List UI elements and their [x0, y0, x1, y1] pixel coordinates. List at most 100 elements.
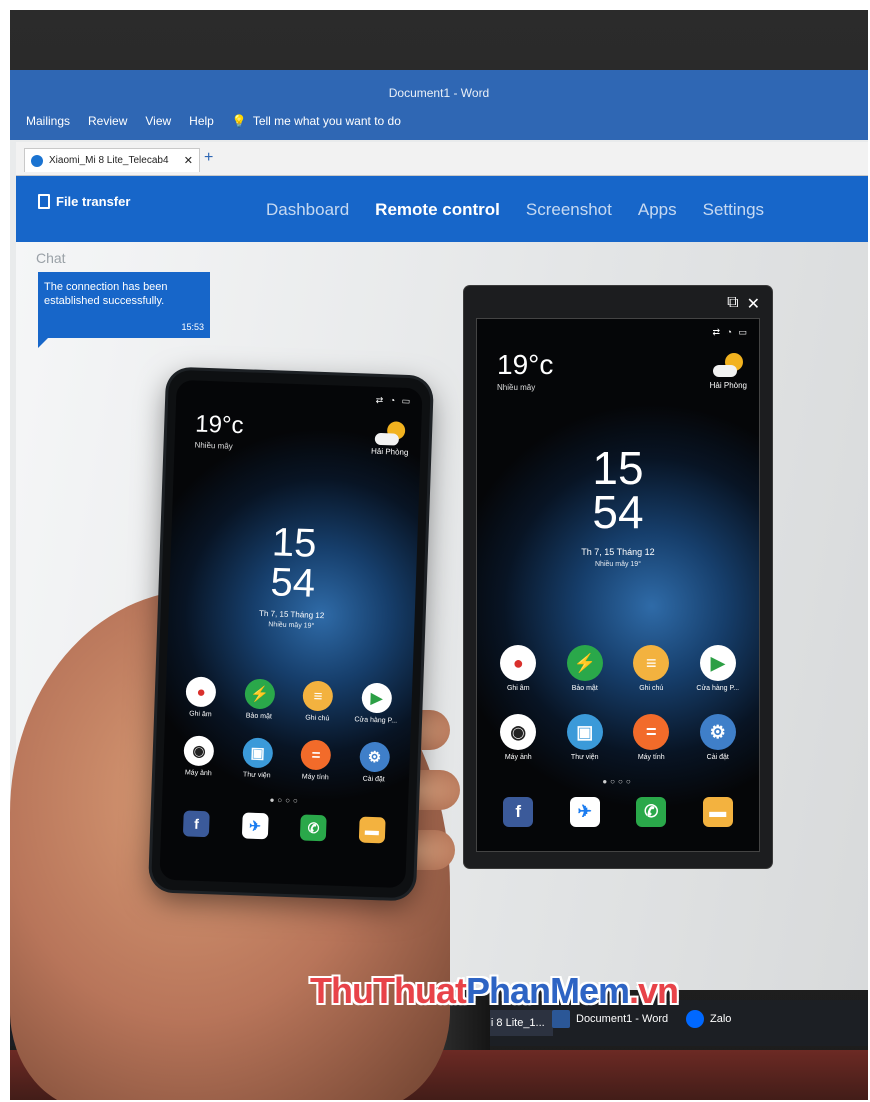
app-shield[interactable]: ⚡ Bảo mật [229, 678, 289, 721]
phone-icon[interactable]: ✆ [636, 797, 667, 827]
subdate: Nhiều mây 19° [595, 561, 641, 568]
message-icon[interactable]: ▬ [702, 797, 733, 827]
messenger-icon[interactable]: ✈ [569, 797, 600, 827]
app-camera[interactable]: ◉ Máy ảnh [169, 735, 229, 778]
tell-me-search[interactable]: 💡 Tell me what you want to do [232, 114, 401, 128]
app-gallery[interactable]: ▣ Thư viện [227, 737, 287, 780]
new-tab-icon[interactable]: + [204, 149, 213, 167]
app-label: Máy ảnh [504, 754, 532, 761]
tab-screenshot[interactable]: Screenshot [526, 200, 612, 220]
tab-dashboard[interactable]: Dashboard [266, 200, 349, 220]
app-record[interactable]: ● Ghi âm [485, 645, 552, 692]
date: Th 7, 15 Tháng 12 [581, 547, 655, 557]
temperature: 19°c [497, 349, 554, 380]
taskbar-label: Zalo [710, 1013, 732, 1025]
tab-remote-control[interactable]: Remote control [375, 200, 500, 220]
calculator-icon: = [633, 714, 670, 750]
popout-icon[interactable]: ⧉ [727, 294, 738, 314]
play-store-icon: ▶ [361, 682, 393, 714]
status-icons: ⇄ ◔ ▭ [712, 327, 749, 337]
app-shield[interactable]: ⚡ Bảo mật [552, 645, 619, 692]
app-label: Ghi âm [506, 685, 530, 692]
city: Hải Phòng [709, 381, 747, 390]
page-indicator: ●○○○ [602, 777, 634, 786]
close-icon[interactable]: ✕ [747, 294, 760, 314]
menu-mailings[interactable]: Mailings [26, 114, 70, 128]
record-icon: ● [185, 676, 217, 708]
status-icons: ⇄ ◔ ▭ [375, 394, 413, 407]
menu-help[interactable]: Help [189, 114, 214, 128]
app-logo-icon [31, 154, 43, 167]
close-icon[interactable]: ✕ [184, 154, 193, 167]
mirrored-phone-screen[interactable]: ⇄ ◔ ▭ 19°c Nhiều mây Hải Phòng 15 54 Th … [476, 318, 760, 852]
camera-icon: ◉ [500, 714, 537, 750]
page-indicator: ●○○○ [269, 795, 301, 806]
app-notes[interactable]: ≡ Ghi chú [618, 645, 685, 692]
dock: f ✈ ✆ ▬ [167, 810, 402, 844]
messenger-icon[interactable]: ✈ [241, 812, 269, 840]
tell-me-label: Tell me what you want to do [252, 114, 401, 128]
weather-desc: Nhiều mây [497, 383, 536, 392]
chat-message-text: The connection has been established succ… [44, 281, 168, 307]
settings-icon: ⚙ [358, 741, 391, 773]
camera-icon: ◉ [183, 735, 215, 767]
menu-view[interactable]: View [145, 114, 171, 128]
word-menu: Mailings Review View Help 💡 Tell me what… [26, 114, 401, 128]
facebook-icon[interactable]: f [183, 810, 211, 838]
app-label: Cài đặt [706, 754, 729, 761]
taskbar-label: Document1 - Word [576, 1013, 669, 1025]
app-camera[interactable]: ◉ Máy ảnh [485, 714, 552, 761]
dock: f ✈ ✆ ▬ [485, 797, 751, 827]
settings-icon: ⚙ [699, 714, 736, 750]
app-label: Thư viện [242, 771, 271, 780]
tab-settings[interactable]: Settings [703, 200, 764, 220]
tab-apps[interactable]: Apps [638, 200, 677, 220]
message-icon[interactable]: ▬ [358, 816, 386, 844]
app-settings[interactable]: ⚙ Cài đặt [685, 714, 752, 761]
chat-message: The connection has been established succ… [38, 272, 210, 348]
app-record[interactable]: ● Ghi âm [171, 676, 231, 719]
phone-icon[interactable]: ✆ [300, 814, 327, 842]
notes-icon: ≡ [633, 645, 670, 681]
app-label: Máy tính [301, 773, 329, 782]
app-gallery[interactable]: ▣ Thư viện [552, 714, 619, 761]
physical-phone: ⇄ ◔ ▭ 19°c Nhiều mây Hải Phòng 15 54 Th … [151, 369, 431, 899]
app-label: Ghi âm [188, 710, 212, 719]
chat-label: Chat [36, 250, 66, 266]
app-play-store[interactable]: ▶ Cửa hàng P... [346, 682, 406, 725]
clock-hour: 15 [271, 520, 318, 566]
zalo-icon [686, 1010, 704, 1028]
file-transfer-button[interactable]: File transfer [38, 194, 130, 209]
app-label: Thư viện [570, 754, 599, 761]
watermark-part1: ThuThuat [310, 970, 467, 1011]
browser-tab[interactable]: Xiaomi_Mi 8 Lite_Telecab4 ✕ [24, 148, 200, 172]
facebook-icon[interactable]: f [503, 797, 534, 827]
app-label: Cửa hàng P... [354, 716, 398, 725]
app-label: Máy ảnh [184, 769, 212, 778]
app-calculator[interactable]: = Máy tính [286, 739, 346, 782]
word-icon [552, 1010, 570, 1028]
record-icon: ● [500, 645, 537, 681]
clock-hour: 15 [592, 442, 644, 494]
taskbar-item-word[interactable]: Document1 - Word [552, 1010, 668, 1028]
city: Hải Phòng [370, 446, 409, 457]
app-label: Máy tính [637, 754, 665, 761]
app-label: Cài đặt [362, 775, 385, 784]
app-notes[interactable]: ≡ Ghi chú [288, 680, 348, 723]
app-settings[interactable]: ⚙ Cài đặt [344, 741, 404, 784]
lightbulb-icon: 💡 [231, 114, 247, 128]
gallery-icon: ▣ [566, 714, 603, 750]
app-calculator[interactable]: = Máy tính [618, 714, 685, 761]
weather-icon [713, 353, 743, 377]
mirrored-phone-window: ⧉ ✕ ⇄ ◔ ▭ 19°c Nhiều mây Hải Phòng 15 54… [464, 286, 772, 868]
app-label: Ghi chú [305, 714, 330, 723]
browser-tabbar: Xiaomi_Mi 8 Lite_Telecab4 ✕ + [16, 142, 868, 176]
calculator-icon: = [300, 739, 332, 771]
browser-tab-title: Xiaomi_Mi 8 Lite_Telecab4 [49, 155, 169, 166]
watermark-part3: .vn [629, 970, 679, 1011]
app-play-store[interactable]: ▶ Cửa hàng P... [685, 645, 752, 692]
taskbar-item-zalo[interactable]: Zalo [686, 1010, 731, 1028]
file-icon [38, 194, 50, 209]
photo: Document1 - Word Mailings Review View He… [10, 10, 868, 1100]
menu-review[interactable]: Review [88, 114, 127, 128]
